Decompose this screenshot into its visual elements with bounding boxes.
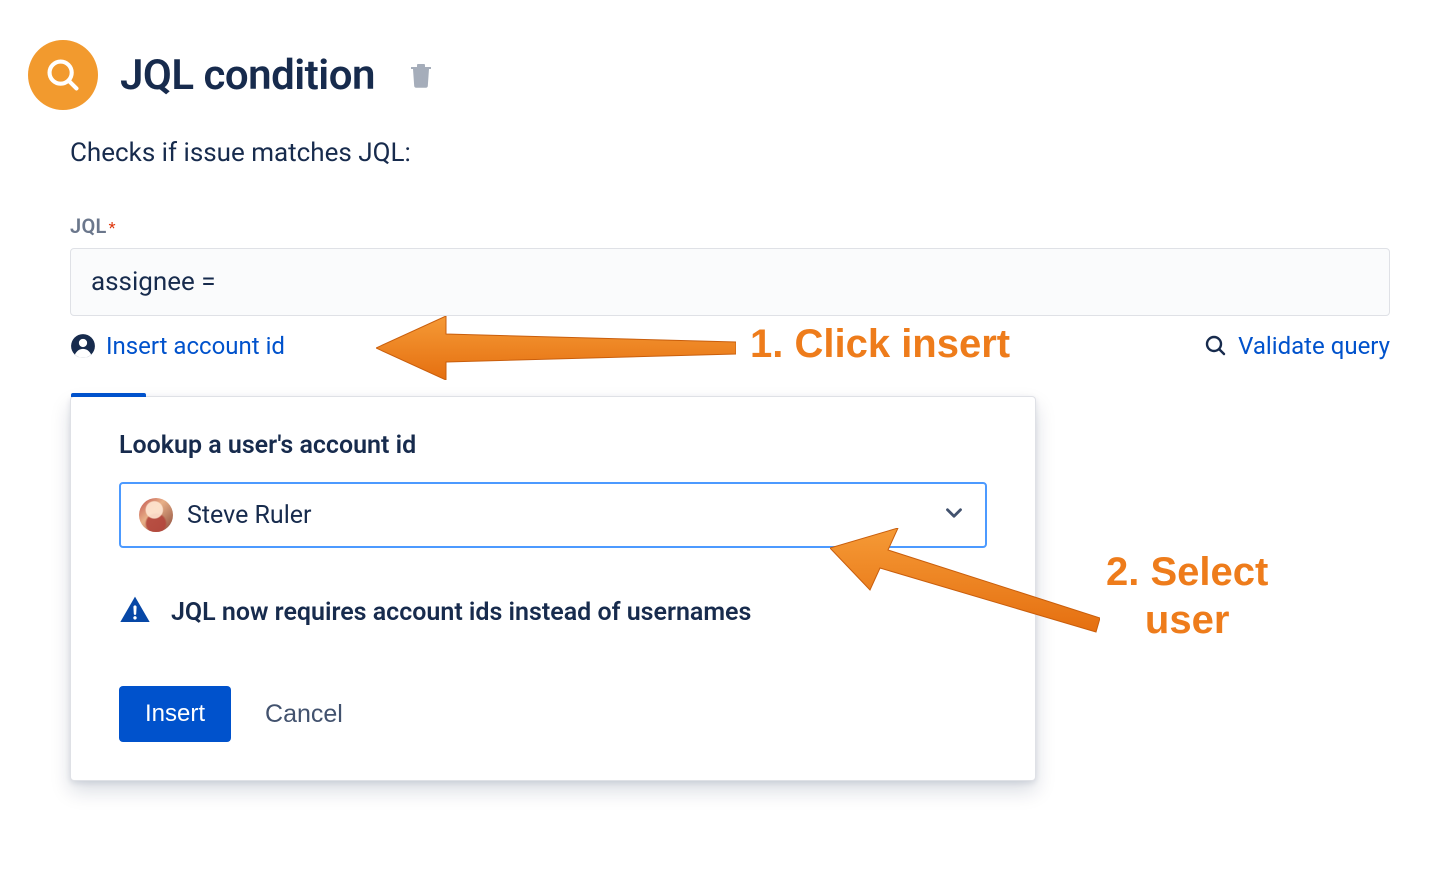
jql-input[interactable] <box>70 248 1390 316</box>
annotation-label-2: 2. Selectuser <box>1106 548 1268 644</box>
required-asterisk: * <box>109 218 116 237</box>
validate-query-link[interactable]: Validate query <box>1204 332 1390 360</box>
info-text: JQL now requires account ids instead of … <box>171 598 751 627</box>
selected-user-name: Steve Ruler <box>187 501 312 530</box>
page-subtitle: Checks if issue matches JQL: <box>70 138 1408 168</box>
page-title: JQL condition <box>120 51 375 100</box>
jql-field-label: JQL <box>70 214 107 238</box>
magnify-icon <box>1204 334 1228 358</box>
insert-account-id-link[interactable]: Insert account id <box>70 332 285 360</box>
validate-query-label: Validate query <box>1238 332 1390 360</box>
user-select-dropdown[interactable]: Steve Ruler <box>119 482 987 548</box>
insert-button[interactable]: Insert <box>119 686 231 742</box>
page-header: JQL condition <box>28 40 1408 110</box>
search-icon <box>28 40 98 110</box>
cancel-button[interactable]: Cancel <box>265 700 343 729</box>
delete-icon[interactable] <box>409 61 433 89</box>
popup-title: Lookup a user's account id <box>119 431 987 460</box>
chevron-down-icon <box>941 500 967 530</box>
lookup-user-popup: Lookup a user's account id Steve Ruler J… <box>70 396 1036 781</box>
jql-label-row: JQL* <box>70 214 1390 238</box>
insert-account-id-label: Insert account id <box>106 332 285 360</box>
warning-icon <box>119 594 151 630</box>
info-row: JQL now requires account ids instead of … <box>119 594 987 630</box>
person-circle-icon <box>70 333 96 359</box>
avatar <box>139 498 173 532</box>
